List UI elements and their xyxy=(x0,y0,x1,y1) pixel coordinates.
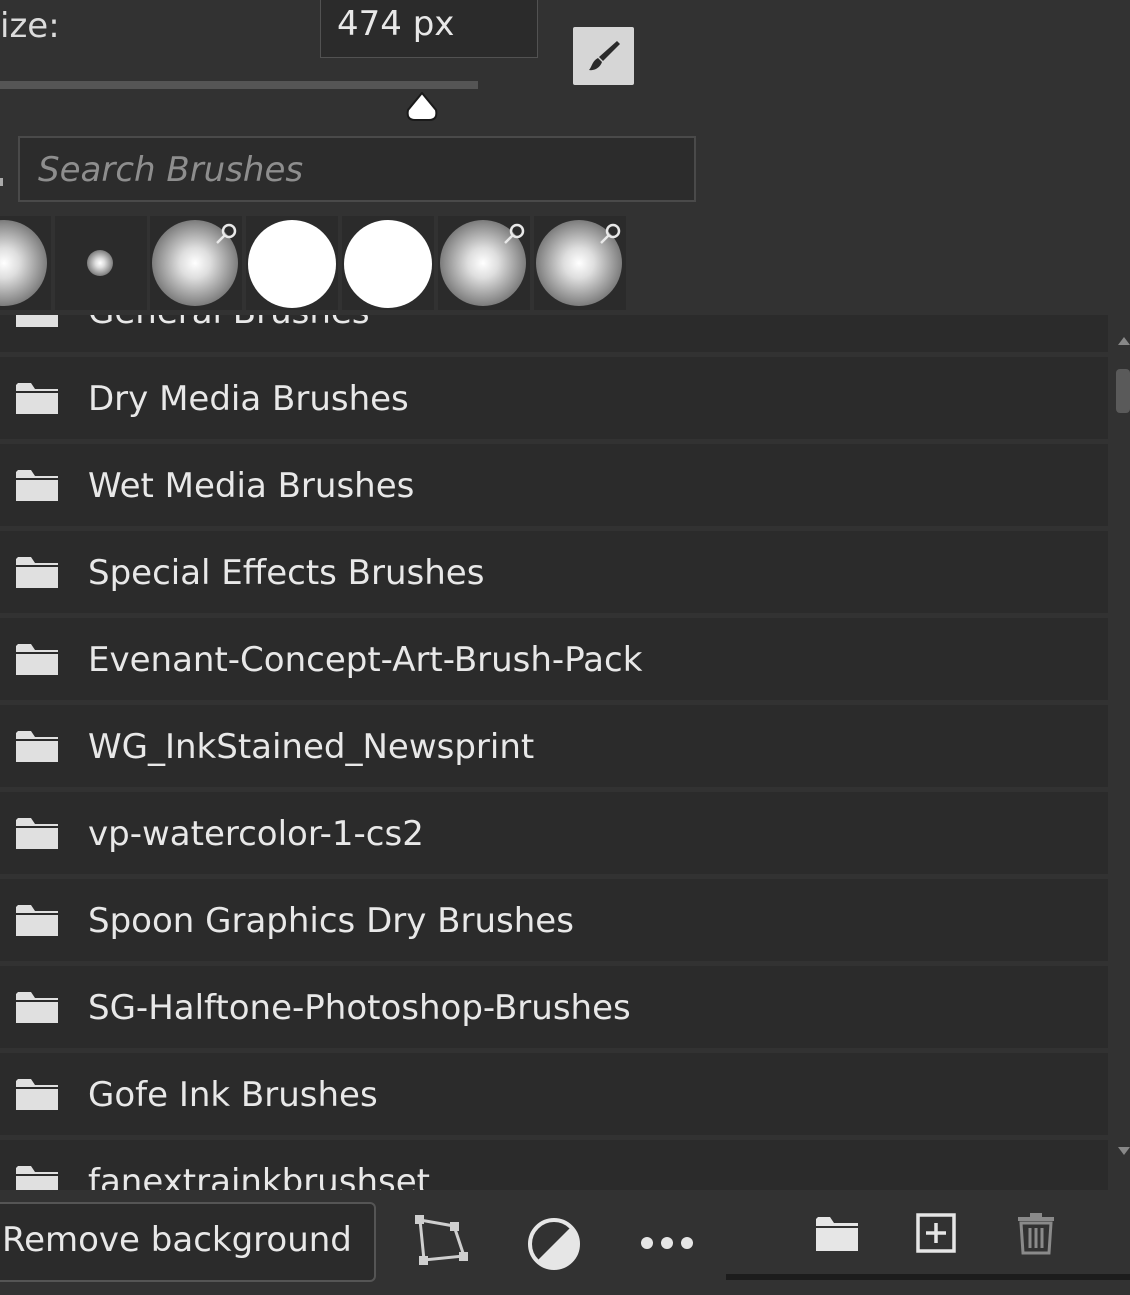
brush-folder-row[interactable]: vp-watercolor-1-cs2 xyxy=(0,792,1108,874)
folder-label: SG-Halftone-Photoshop-Brushes xyxy=(88,988,631,1028)
half-circle-icon[interactable] xyxy=(524,1214,584,1274)
size-slider-track[interactable] xyxy=(0,81,478,89)
folder-icon xyxy=(16,1166,58,1190)
path-icon[interactable] xyxy=(410,1210,472,1272)
pin-icon xyxy=(504,223,525,244)
ellipsis-icon[interactable] xyxy=(636,1226,698,1260)
brush-folder-row[interactable]: Dry Media Brushes xyxy=(0,357,1108,439)
folder-label: General Brushes xyxy=(88,315,370,332)
brush-tip-soft xyxy=(87,250,113,276)
remove-background-button[interactable]: Remove background xyxy=(0,1202,376,1282)
scroll-up-arrow[interactable] xyxy=(1118,337,1130,345)
folder-label: Gofe Ink Brushes xyxy=(88,1075,378,1115)
folder-label: Special Effects Brushes xyxy=(88,553,485,593)
size-label: ize: xyxy=(0,6,60,46)
pin-icon xyxy=(216,223,237,244)
folder-label: Dry Media Brushes xyxy=(88,379,409,419)
search-brushes-input[interactable]: Search Brushes xyxy=(18,136,696,202)
trash-icon[interactable] xyxy=(1012,1210,1060,1256)
brush-preset-row xyxy=(0,216,640,312)
divider xyxy=(726,1274,1130,1280)
brush-folder-row[interactable]: fanextrainkbrushset xyxy=(0,1140,1108,1190)
scroll-down-arrow[interactable] xyxy=(1118,1147,1130,1155)
folder-icon xyxy=(16,470,58,501)
folder-icon xyxy=(16,731,58,762)
brush-folder-list[interactable]: General Brushes Dry Media Brushes Wet Medi… xyxy=(0,315,1130,1190)
brush-preset-soft-round[interactable] xyxy=(0,216,51,310)
pin-icon xyxy=(600,223,621,244)
brush-preset-hard-round[interactable] xyxy=(246,216,338,310)
folder-label: vp-watercolor-1-cs2 xyxy=(88,814,424,854)
brush-preset-soft-round-pressure[interactable] xyxy=(150,216,242,310)
folder-icon xyxy=(16,1079,58,1110)
brush-folder-row[interactable]: General Brushes xyxy=(0,315,1108,352)
scroll-thumb[interactable] xyxy=(1116,369,1130,413)
new-folder-icon[interactable] xyxy=(812,1210,862,1256)
brush-folder-row[interactable]: Special Effects Brushes xyxy=(0,531,1108,613)
folder-label: fanextrainkbrushset xyxy=(88,1162,430,1190)
brush-preset-hard-round[interactable] xyxy=(342,216,434,310)
folder-label: Spoon Graphics Dry Brushes xyxy=(88,901,574,941)
folder-label: Evenant-Concept-Art-Brush-Pack xyxy=(88,640,643,680)
brush-tip-hard xyxy=(344,220,432,308)
brush-folder-row[interactable]: SG-Halftone-Photoshop-Brushes xyxy=(0,966,1108,1048)
folder-icon xyxy=(16,818,58,849)
folder-icon xyxy=(16,644,58,675)
size-slider-thumb[interactable] xyxy=(405,91,439,122)
folder-icon xyxy=(16,383,58,414)
brush-preset-soft-round-small[interactable] xyxy=(55,216,147,310)
brush-folder-row[interactable]: Wet Media Brushes xyxy=(0,444,1108,526)
scrollbar[interactable] xyxy=(1108,315,1130,1190)
brush-preset-soft-round-pressure[interactable] xyxy=(438,216,530,310)
brush-folder-row[interactable]: Spoon Graphics Dry Brushes xyxy=(0,879,1108,961)
brush-preset-soft-round-pressure[interactable] xyxy=(534,216,626,310)
add-square-icon[interactable] xyxy=(912,1210,960,1256)
search-edge xyxy=(0,178,3,186)
brush-tip-hard xyxy=(248,220,336,308)
folder-icon xyxy=(16,557,58,588)
brush-folder-row[interactable]: Evenant-Concept-Art-Brush-Pack xyxy=(0,618,1108,700)
folder-icon xyxy=(16,992,58,1023)
folder-icon xyxy=(16,905,58,936)
brush-folder-row[interactable]: WG_InkStained_Newsprint xyxy=(0,705,1108,787)
size-input[interactable]: 474 px xyxy=(320,0,538,58)
folder-label: Wet Media Brushes xyxy=(88,466,415,506)
folder-icon xyxy=(16,315,58,327)
brush-icon[interactable] xyxy=(573,27,634,85)
brush-folder-row[interactable]: Gofe Ink Brushes xyxy=(0,1053,1108,1135)
bottom-toolbar: Remove background xyxy=(0,1190,1130,1295)
brush-tip-soft xyxy=(0,220,47,306)
folder-label: WG_InkStained_Newsprint xyxy=(88,727,535,767)
